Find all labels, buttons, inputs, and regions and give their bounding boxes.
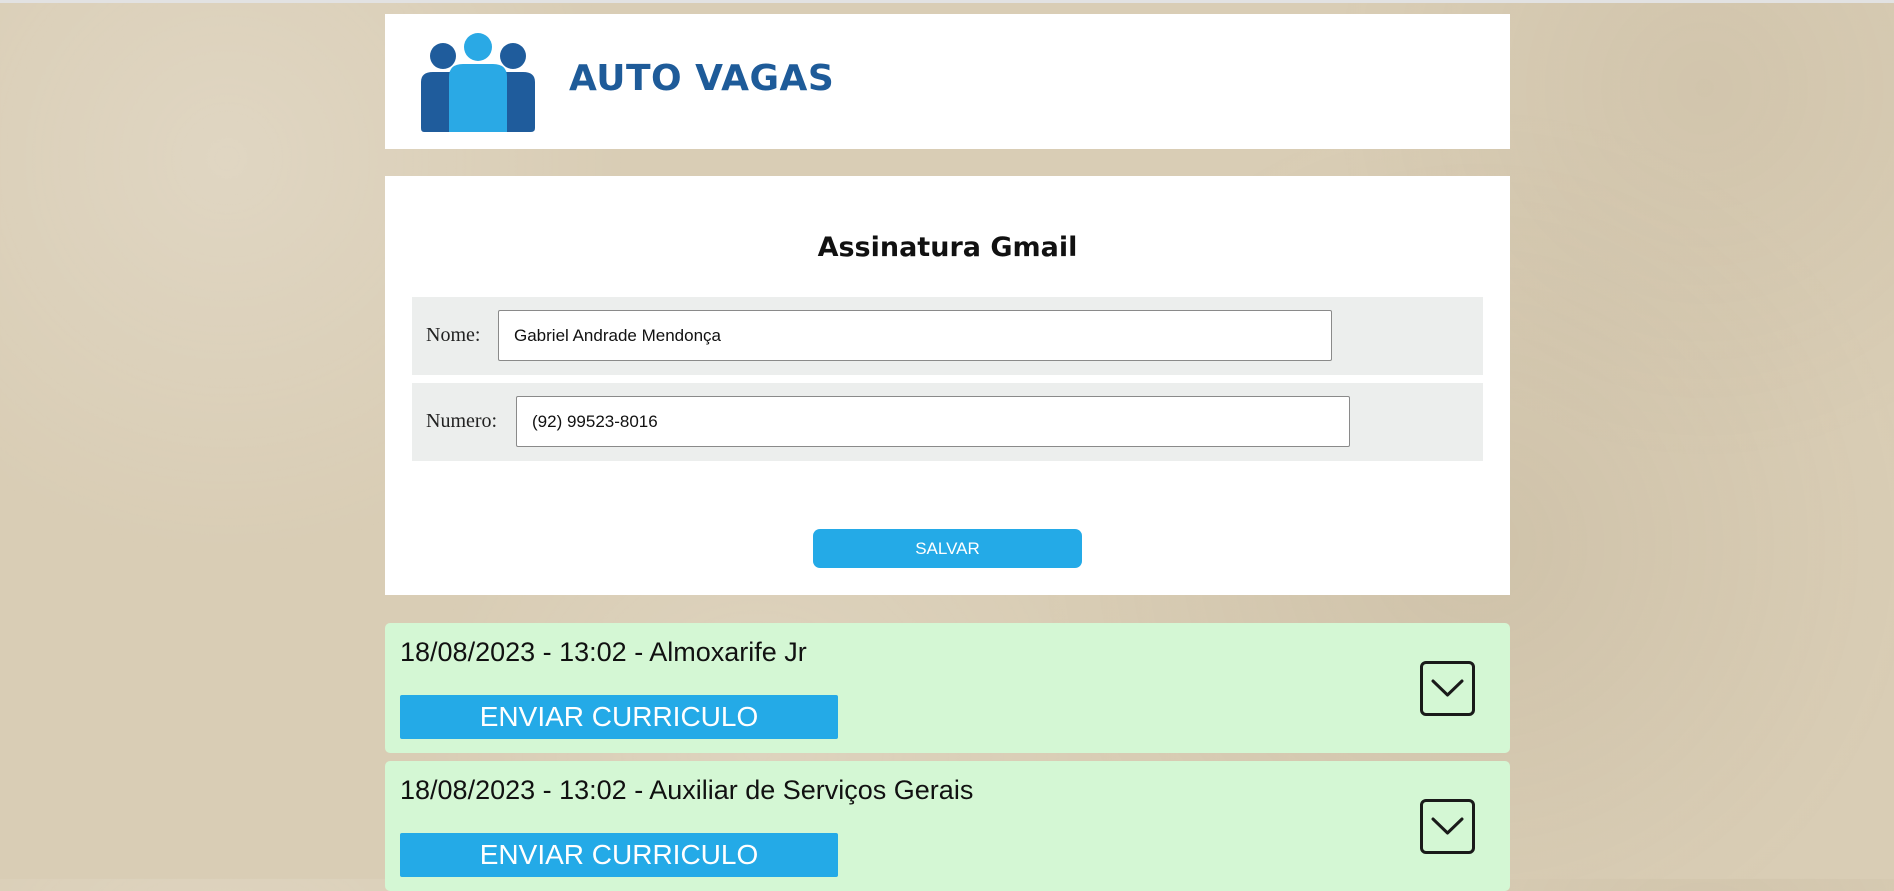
chevron-down-icon bbox=[1431, 679, 1464, 697]
brand-title: AUTO VAGAS bbox=[569, 58, 835, 99]
chevron-down-icon bbox=[1431, 817, 1464, 835]
number-label: Numero: bbox=[426, 410, 498, 432]
page-container: AUTO VAGAS Assinatura Gmail Nome: Numero… bbox=[385, 14, 1510, 891]
form-title: Assinatura Gmail bbox=[817, 232, 1078, 263]
job-card: 18/08/2023 - 13:02 - Almoxarife Jr ENVIA… bbox=[385, 623, 1510, 753]
number-input[interactable] bbox=[516, 396, 1350, 447]
name-row: Nome: bbox=[412, 297, 1483, 375]
people-group-icon bbox=[421, 33, 535, 132]
number-row: Numero: bbox=[412, 383, 1483, 461]
send-resume-button[interactable]: ENVIAR CURRICULO bbox=[400, 833, 838, 877]
expand-toggle-button[interactable] bbox=[1420, 661, 1475, 716]
expand-toggle-button[interactable] bbox=[1420, 799, 1475, 854]
site-header: AUTO VAGAS bbox=[385, 14, 1510, 149]
browser-top-edge bbox=[0, 0, 1894, 3]
name-label: Nome: bbox=[426, 324, 481, 346]
send-resume-button[interactable]: ENVIAR CURRICULO bbox=[400, 695, 838, 739]
save-button[interactable]: SALVAR bbox=[813, 529, 1082, 568]
job-card: 18/08/2023 - 13:02 - Auxiliar de Serviço… bbox=[385, 761, 1510, 891]
name-input[interactable] bbox=[498, 310, 1332, 361]
job-title: 18/08/2023 - 13:02 - Almoxarife Jr bbox=[400, 637, 807, 667]
signature-form: Assinatura Gmail Nome: Numero: SALVAR bbox=[385, 176, 1510, 595]
job-title: 18/08/2023 - 13:02 - Auxiliar de Serviço… bbox=[400, 775, 974, 805]
